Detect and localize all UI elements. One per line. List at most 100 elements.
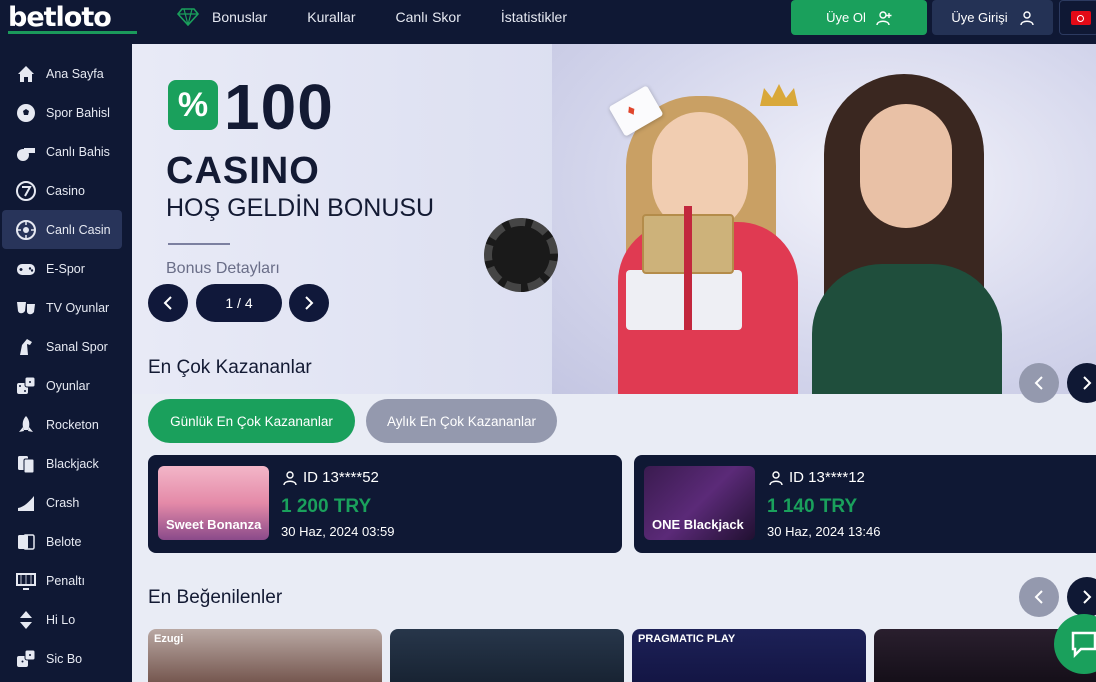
hero-banner[interactable]: % 100 CASINO HOŞ GELDİN BONUSU Bonus Det…	[132, 44, 1096, 394]
chevron-left-icon	[1034, 376, 1043, 390]
nav-bonuses-label: Bonuslar	[212, 9, 268, 25]
sidebar-item-virtual-sports[interactable]: Sanal Spor	[2, 327, 122, 366]
dice-icon	[17, 649, 36, 667]
sidebar-item-label: Casino	[46, 183, 85, 198]
sidebar-item-label: Sic Bo	[46, 651, 83, 666]
game-thumbnail-label: ONE Blackjack	[652, 517, 744, 532]
diamond-icon	[176, 8, 200, 26]
sidebar-item-belote[interactable]: Belote	[2, 522, 122, 561]
sidebar-item-sports[interactable]: Spor Bahisl	[2, 93, 122, 132]
sidebar-item-esports[interactable]: E-Spor	[2, 249, 122, 288]
goal-icon	[16, 572, 36, 590]
sidebar-item-rocketon[interactable]: Rocketon	[2, 405, 122, 444]
game-card[interactable]: Ezugi	[148, 629, 382, 682]
most-liked-next-button[interactable]	[1067, 577, 1096, 617]
top-winners-title: En Çok Kazananlar	[148, 357, 312, 378]
winner-id-text: ID 13****12	[789, 469, 865, 486]
sidebar-item-sic-bo[interactable]: Sic Bo	[2, 639, 122, 678]
site-logo[interactable]: bet loto	[8, 0, 112, 34]
sidebar-item-penalty[interactable]: Penaltı	[2, 561, 122, 600]
game-card[interactable]: PRAGMATIC PLAY	[632, 629, 866, 682]
register-button[interactable]: Üye Ol	[791, 0, 927, 35]
sidebar-item-home[interactable]: Ana Sayfa	[2, 54, 122, 93]
tab-monthly-winners[interactable]: Aylık En Çok Kazananlar	[366, 399, 557, 443]
hero-divider	[168, 243, 230, 245]
soccer-ball-icon	[17, 103, 35, 122]
sidebar-item-label: Blackjack	[46, 456, 99, 471]
chevron-left-icon	[163, 296, 172, 310]
user-icon	[769, 470, 783, 485]
sidebar-item-live-casino[interactable]: Canlı Casin	[2, 210, 122, 249]
up-down-icon	[20, 610, 32, 629]
winner-id: ID 13****52	[283, 469, 379, 486]
winners-prev-button[interactable]	[1019, 363, 1059, 403]
winner-card[interactable]: Sweet Bonanza ID 13****52 1 200 TRY 30 H…	[148, 455, 622, 553]
sidebar-item-hi-lo[interactable]: Hi Lo	[2, 600, 122, 639]
login-button-label: Üye Girişi	[951, 10, 1008, 25]
slider-prev-button[interactable]	[148, 284, 188, 322]
whistle-icon	[17, 147, 35, 161]
winner-id: ID 13****12	[769, 469, 865, 486]
user-icon	[1019, 10, 1034, 25]
sidebar-item-label: Penaltı	[46, 573, 85, 588]
chevron-right-icon	[1083, 590, 1092, 604]
winner-date: 30 Haz, 2024 03:59	[281, 524, 395, 539]
logo-underline	[8, 31, 137, 34]
sidebar-item-tv-games[interactable]: TV Oyunlar	[2, 288, 122, 327]
nav-statistics[interactable]: İstatistikler	[501, 9, 567, 25]
language-selector[interactable]	[1059, 0, 1096, 35]
sidebar-item-label: Oyunlar	[46, 378, 90, 393]
game-thumbnail-one-blackjack: ONE Blackjack	[644, 466, 755, 540]
winner-amount: 1 200 TRY	[281, 496, 372, 517]
masks-icon	[17, 301, 35, 314]
game-card[interactable]	[390, 629, 624, 682]
sidebar-item-label: Ana Sayfa	[46, 66, 104, 81]
crown-icon	[760, 84, 798, 106]
most-liked-prev-button[interactable]	[1019, 577, 1059, 617]
sidebar-item-label: Crash	[46, 495, 80, 510]
hero-model-brunette-dress	[812, 264, 1002, 394]
roulette-icon	[16, 219, 36, 240]
winners-next-button[interactable]	[1067, 363, 1096, 403]
turkey-flag-icon	[1071, 11, 1091, 25]
horse-icon	[20, 338, 32, 355]
tab-daily-winners[interactable]: Günlük En Çok Kazananlar	[148, 399, 355, 443]
chart-up-icon	[18, 495, 34, 511]
winner-id-text: ID 13****52	[303, 469, 379, 486]
gift-ribbon	[684, 206, 692, 330]
playing-cards-icon	[18, 533, 35, 550]
sidebar-item-label: Belote	[46, 534, 82, 549]
most-liked-title: En Beğenilenler	[148, 587, 283, 608]
winner-card[interactable]: ONE Blackjack ID 13****12 1 140 TRY 30 H…	[634, 455, 1096, 553]
sidebar-item-blackjack[interactable]: Blackjack	[2, 444, 122, 483]
sidebar-item-label: TV Oyunlar	[46, 300, 110, 315]
sidebar-item-label: Canlı Bahis	[46, 144, 110, 159]
logo-text-loto: loto	[55, 1, 112, 33]
nav-live-score-label: Canlı Skor	[395, 9, 461, 25]
slider-next-button[interactable]	[289, 284, 329, 322]
add-user-icon	[876, 10, 892, 25]
percent-symbol: %	[177, 85, 209, 124]
game-provider-label: PRAGMATIC PLAY	[638, 633, 736, 645]
bonus-details-link[interactable]: Bonus Detayları	[166, 260, 280, 278]
sidebar-item-label: Sanal Spor	[46, 339, 108, 354]
cards-icon	[18, 455, 35, 473]
sidebar-item-live-betting[interactable]: Canlı Bahis	[2, 132, 122, 171]
hero-title: CASINO	[166, 150, 320, 192]
sidebar-item-casino[interactable]: Casino	[2, 171, 122, 210]
logo-text-bet: bet	[8, 1, 57, 33]
home-icon	[18, 65, 34, 82]
nav-live-score[interactable]: Canlı Skor	[396, 9, 461, 25]
game-provider-label: Ezugi	[154, 633, 184, 645]
game-thumbnail-sweet-bonanza: Sweet Bonanza	[158, 466, 269, 540]
login-button[interactable]: Üye Girişi	[932, 0, 1053, 35]
slot-seven-icon	[16, 180, 36, 201]
sidebar-item-label: Canlı Casin	[46, 222, 111, 237]
nav-statistics-label: İstatistikler	[500, 9, 567, 25]
chevron-right-icon	[305, 296, 314, 310]
nav-rules[interactable]: Kurallar	[307, 9, 355, 25]
sidebar-item-crash[interactable]: Crash	[2, 483, 122, 522]
sidebar-item-games[interactable]: Oyunlar	[2, 366, 122, 405]
hero-subtitle: HOŞ GELDİN BONUSU	[166, 194, 435, 222]
nav-bonuses[interactable]: Bonuslar	[176, 8, 267, 26]
